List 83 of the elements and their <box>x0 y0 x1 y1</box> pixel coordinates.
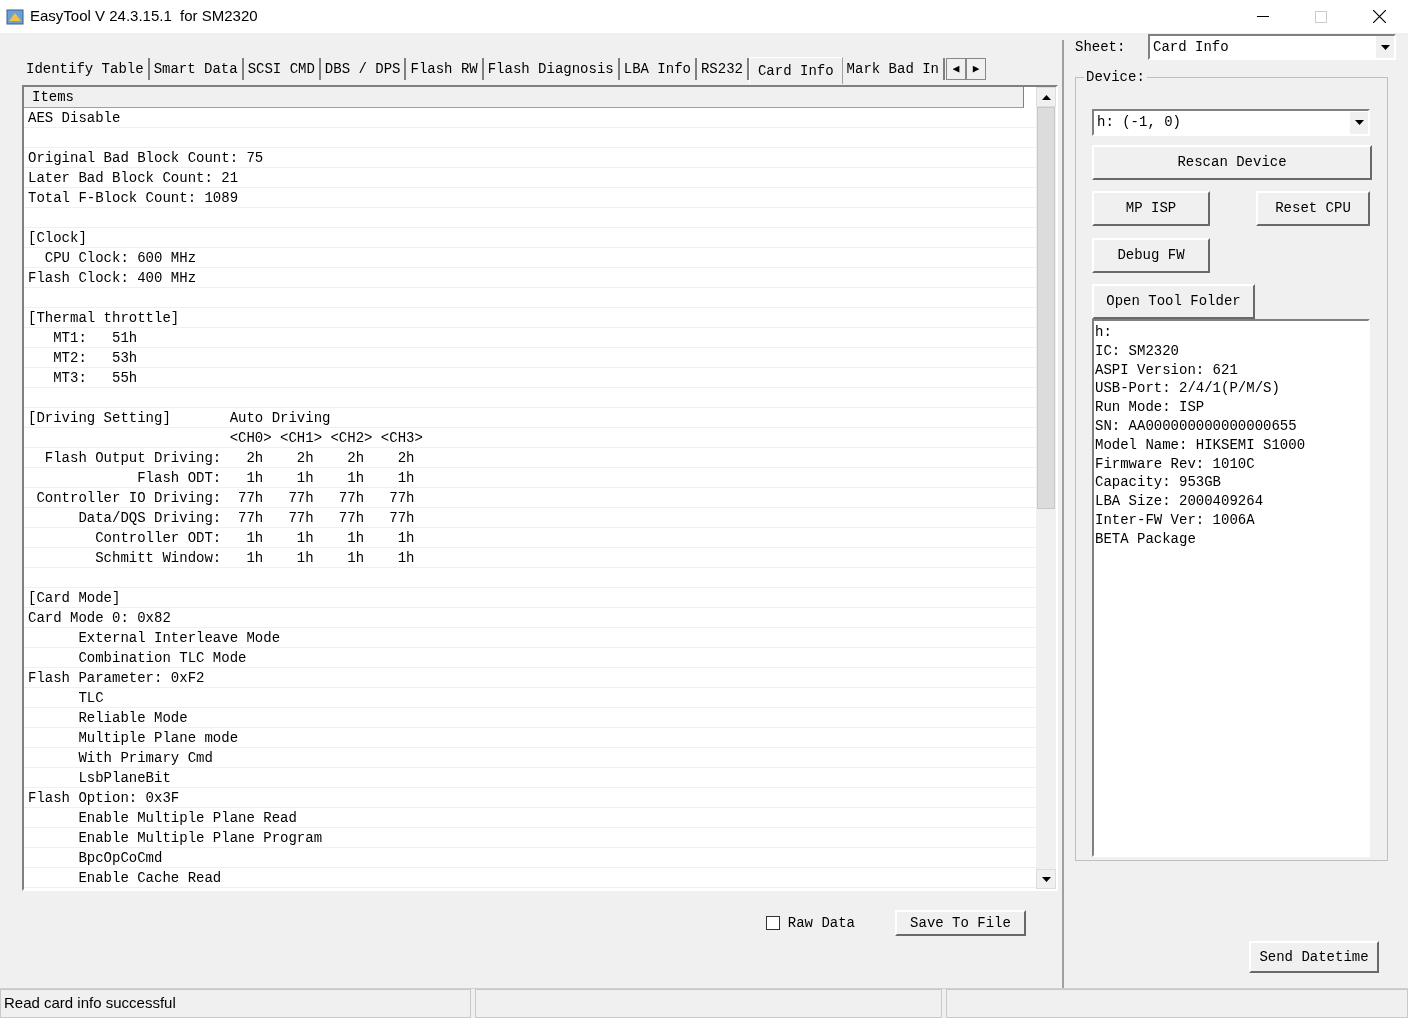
tab[interactable]: Flash RW <box>406 58 484 80</box>
status-text: Read card info successful <box>0 989 471 1018</box>
list-row[interactable]: AES Disable <box>24 108 1036 128</box>
info-line: BETA Package <box>1095 529 1197 549</box>
list-row[interactable]: Flash Output Driving: 2h 2h 2h 2h <box>24 448 1036 468</box>
app-icon <box>6 7 24 26</box>
list-row[interactable]: Total F-Block Count: 1089 <box>24 188 1036 208</box>
list-row[interactable]: Reliable Mode <box>24 708 1036 728</box>
minimize-icon <box>1257 15 1269 18</box>
list-row[interactable]: Enable Multiple Plane Read <box>24 808 1036 828</box>
device-dropdown[interactable]: h: (-1, 0) <box>1092 109 1370 136</box>
info-line: Firmware Rev: 1010C <box>1095 454 1256 474</box>
debug-fw-button[interactable]: Debug FW <box>1092 238 1210 273</box>
list-row[interactable]: Controller IO Driving: 77h 77h 77h 77h <box>24 488 1036 508</box>
tab[interactable]: LBA Info <box>619 58 697 80</box>
up-arrow-icon <box>1041 94 1051 100</box>
list-row[interactable]: <CH0> <CH1> <CH2> <CH3> <box>24 428 1036 448</box>
close-icon <box>1372 10 1386 23</box>
mp-isp-button[interactable]: MP ISP <box>1092 191 1210 226</box>
open-tool-folder-button[interactable]: Open Tool Folder <box>1092 284 1255 319</box>
list-row[interactable]: Original Bad Block Count: 75 <box>24 148 1036 168</box>
list-row[interactable]: Card Mode 0: 0x82 <box>24 608 1036 628</box>
list-row[interactable]: MT2: 53h <box>24 348 1036 368</box>
raw-data-checkbox[interactable] <box>765 916 780 930</box>
window-title: EasyTool V 24.3.15.1 for SM2320 <box>30 6 258 27</box>
scroll-thumb[interactable] <box>1037 107 1055 509</box>
maximize-icon <box>1315 10 1327 23</box>
sheet-dropdown[interactable]: Card Info <box>1148 34 1396 60</box>
list-row[interactable]: Flash ODT: 1h 1h 1h 1h <box>24 468 1036 488</box>
list-row[interactable]: Multiple Plane mode <box>24 728 1036 748</box>
info-line: LBA Size: 2000409264 <box>1095 492 1265 511</box>
list-row[interactable]: TLC <box>24 688 1036 708</box>
list-row[interactable]: [Card Mode] <box>24 588 1036 608</box>
info-line: Inter-FW Ver: 1006A <box>1095 510 1256 530</box>
list-row[interactable]: Controller ODT: 1h 1h 1h 1h <box>24 528 1036 548</box>
tab-scroll-left-button[interactable]: ◀ <box>946 58 966 80</box>
info-line: Run Mode: ISP <box>1095 398 1206 417</box>
list-row[interactable]: Combination TLC Mode <box>24 648 1036 668</box>
list-row[interactable]: Schmitt Window: 1h 1h 1h 1h <box>24 548 1036 568</box>
dropdown-arrow-icon <box>1354 120 1364 125</box>
raw-data-label: Raw Data <box>787 913 855 933</box>
scroll-up-button[interactable] <box>1036 87 1056 107</box>
send-datetime-button[interactable]: Send Datetime <box>1249 941 1379 973</box>
list-row[interactable]: CPU Clock: 600 MHz <box>24 248 1036 268</box>
list-row[interactable]: Flash Option: 0x3F <box>24 788 1036 808</box>
list-row[interactable]: Flash Parameter: 0xF2 <box>24 668 1036 688</box>
list-row[interactable]: External Interleave Mode <box>24 628 1036 648</box>
info-line: IC: SM2320 <box>1095 341 1180 361</box>
save-to-file-button[interactable]: Save To File <box>895 910 1026 936</box>
list-row[interactable]: MT3: 55h <box>24 368 1036 388</box>
list-row[interactable]: [Driving Setting] Auto Driving <box>24 408 1036 428</box>
tab[interactable]: DBS / DPS <box>320 58 407 80</box>
info-line: ASPI Version: 621 <box>1095 360 1239 380</box>
down-arrow-icon <box>1041 876 1051 882</box>
info-line: Capacity: 953GB <box>1095 473 1223 493</box>
info-line: Model Name: HIKSEMI S1000 <box>1095 435 1307 455</box>
reset-cpu-button[interactable]: Reset CPU <box>1256 191 1370 226</box>
tab[interactable]: SCSI CMD <box>243 58 321 80</box>
list-row[interactable]: BpcOpCoCmd <box>24 848 1036 868</box>
tab-scroll-right-button[interactable]: ▶ <box>966 58 986 80</box>
column-header[interactable]: Items <box>24 87 1024 108</box>
list-row[interactable]: MT1: 51h <box>24 328 1036 348</box>
tab[interactable]: Flash Diagnosis <box>483 58 620 80</box>
info-line: SN: AA000000000000000655 <box>1095 417 1298 436</box>
list-row[interactable]: LsbPlaneBit <box>24 768 1036 788</box>
list-row[interactable]: Enable Cache Read <box>24 868 1036 888</box>
list-row[interactable]: With Primary Cmd <box>24 748 1036 768</box>
list-row[interactable]: Later Bad Block Count: 21 <box>24 168 1036 188</box>
tab[interactable]: Smart Data <box>149 58 244 80</box>
info-line: h: <box>1095 323 1113 342</box>
list-row[interactable]: [Clock] <box>24 228 1036 248</box>
rescan-device-button[interactable]: Rescan Device <box>1092 145 1372 180</box>
scroll-down-button[interactable] <box>1036 869 1056 889</box>
list-row[interactable]: Enable Multiple Plane Program <box>24 828 1036 848</box>
tab[interactable]: Card Info <box>748 57 843 84</box>
list-row[interactable]: [Thermal throttle] <box>24 308 1036 328</box>
info-line: USB-Port: 2/4/1(P/M/S) <box>1095 379 1281 399</box>
sheet-label: Sheet: <box>1075 37 1127 57</box>
list-row[interactable]: Flash Clock: 400 MHz <box>24 268 1036 288</box>
list-row[interactable]: Data/DQS Driving: 77h 77h 77h 77h <box>24 508 1036 528</box>
vertical-scrollbar[interactable] <box>1036 87 1056 889</box>
tab[interactable]: Identify Table <box>22 58 150 80</box>
dropdown-arrow-icon <box>1380 44 1390 50</box>
